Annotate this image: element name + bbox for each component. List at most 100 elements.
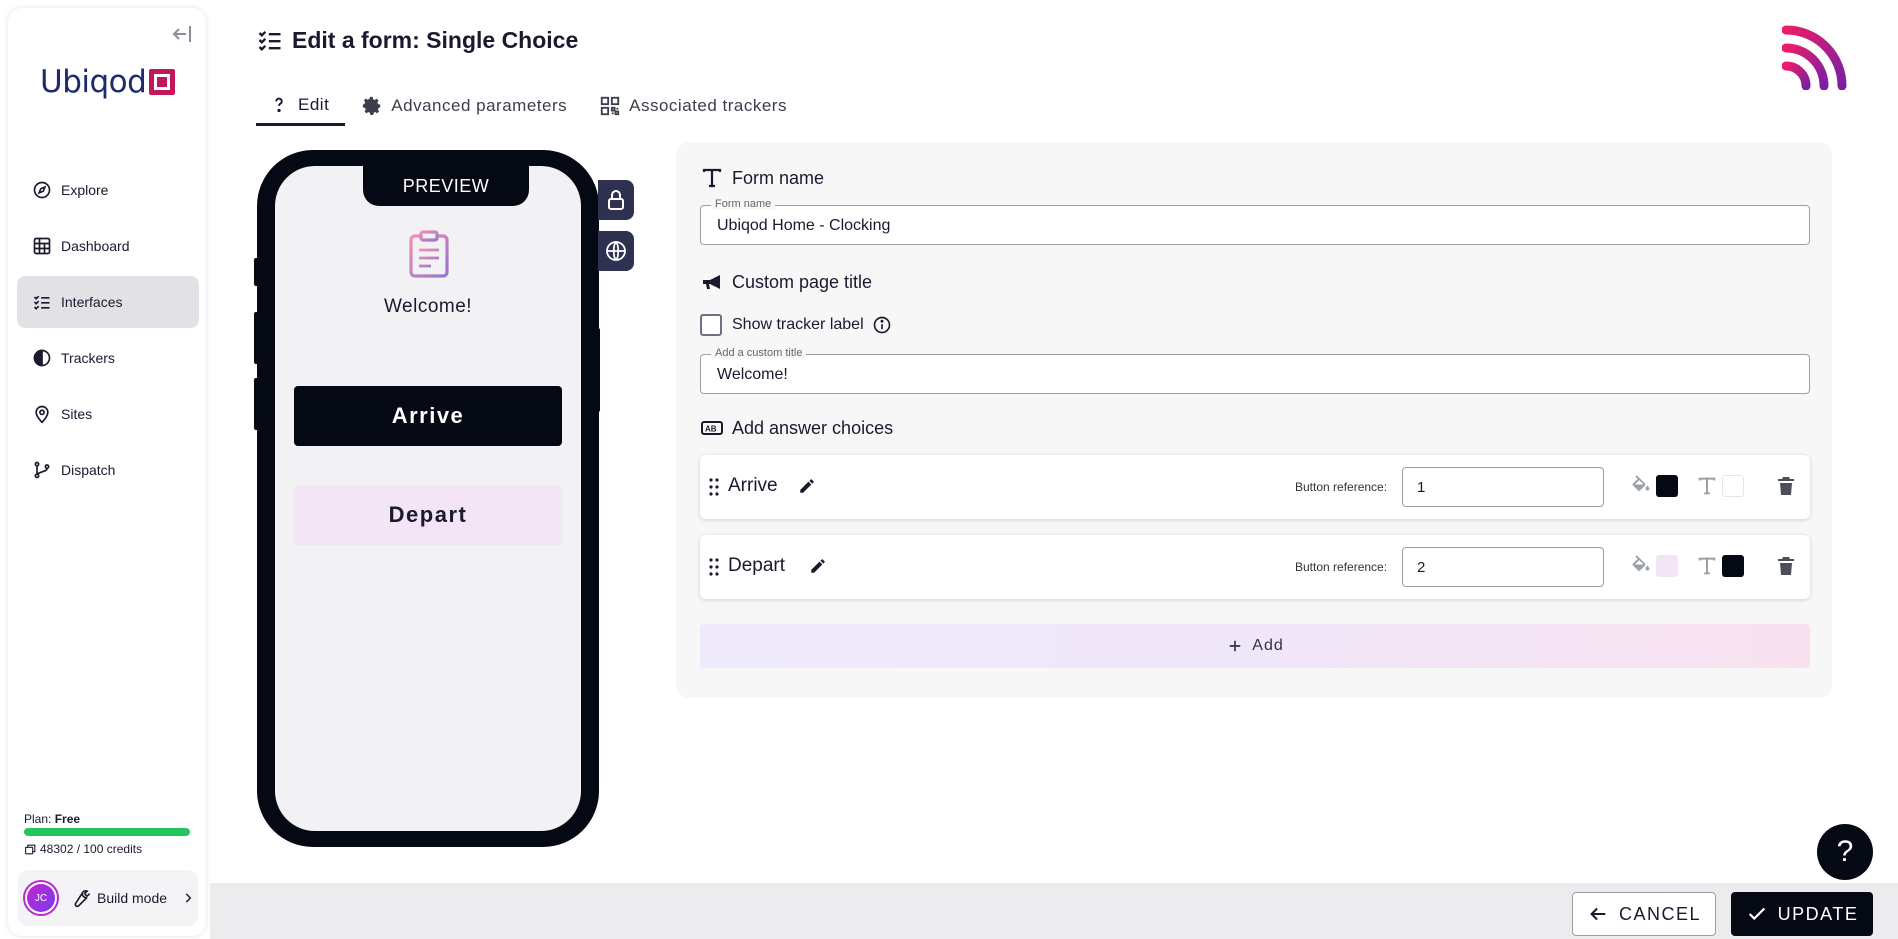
sidebar-item-sites[interactable]: Sites — [17, 388, 199, 440]
tab-label: Edit — [298, 94, 330, 114]
clipboard-icon — [409, 230, 449, 278]
button-reference-value: 1 — [1417, 479, 1426, 496]
brand-name: Ubiqod — [40, 64, 147, 100]
plus-icon — [1230, 640, 1241, 652]
preview-label: PREVIEW — [363, 166, 529, 206]
sidebar-item-label: Explore — [61, 182, 109, 198]
checklist-icon — [33, 295, 50, 310]
plan-name: Free — [54, 812, 81, 826]
drag-handle-icon[interactable] — [708, 477, 720, 497]
tab-edit[interactable]: Edit — [256, 86, 346, 126]
git-branch-icon — [34, 461, 50, 479]
preview-welcome-text: Welcome! — [383, 296, 473, 317]
text-icon — [702, 168, 722, 188]
add-choice-button[interactable]: Add — [700, 624, 1810, 668]
custom-title-label: Add a custom title — [711, 347, 807, 359]
text-color-swatch[interactable] — [1722, 555, 1744, 577]
pencil-icon[interactable] — [809, 557, 827, 575]
map-pin-icon — [35, 405, 49, 424]
credits-text: 48302 / 100 credits — [40, 842, 143, 856]
collapse-sidebar-icon[interactable] — [170, 22, 194, 46]
update-button[interactable]: UPDATE — [1731, 892, 1873, 936]
form-name-label: Form name — [711, 198, 776, 210]
preview-choice-depart[interactable]: Depart — [294, 485, 562, 545]
form-name-field[interactable]: Form name Ubiqod Home - Clocking — [700, 198, 1810, 245]
answers-section-title: AB Add answer choices — [700, 416, 893, 440]
avatar[interactable]: JC — [23, 880, 59, 916]
tab-bar: Edit Advanced parameters Associated trac… — [256, 86, 803, 126]
page-title-text: Edit a form: Single Choice — [292, 26, 579, 53]
gear-icon — [363, 96, 381, 115]
question-icon — [275, 97, 283, 112]
text-color-swatch[interactable] — [1722, 475, 1744, 497]
text-color-icon[interactable] — [1696, 555, 1718, 577]
trash-icon[interactable] — [1774, 473, 1798, 499]
answer-choice-row: Depart Button reference: 2 — [700, 535, 1810, 599]
background-color-swatch[interactable] — [1656, 555, 1678, 577]
button-reference-value: 2 — [1417, 559, 1426, 576]
build-mode-button[interactable]: JC Build mode — [18, 870, 198, 926]
button-reference-label: Button reference: — [1295, 560, 1388, 574]
credits-info: 48302 / 100 credits — [24, 842, 142, 856]
globe-icon — [606, 241, 626, 261]
sidebar-nav: Explore Dashboard Interfaces Trackers Si… — [17, 164, 199, 500]
sidebar-item-interfaces[interactable]: Interfaces — [17, 276, 199, 328]
qr-code-icon — [600, 96, 620, 116]
brand-logo: Ubiqod — [40, 64, 176, 100]
plan-prefix: Plan: — [24, 812, 52, 826]
table-icon — [33, 237, 51, 255]
help-button[interactable]: ? — [1817, 824, 1873, 880]
tab-associated-trackers[interactable]: Associated trackers — [583, 86, 803, 126]
drag-handle-icon[interactable] — [708, 557, 720, 577]
build-mode-label: Build mode — [97, 890, 168, 906]
arrow-left-icon — [1590, 907, 1606, 921]
sidebar-item-trackers[interactable]: Trackers — [17, 332, 199, 384]
sidebar-item-dispatch[interactable]: Dispatch — [17, 444, 199, 496]
sidebar-item-dashboard[interactable]: Dashboard — [17, 220, 199, 272]
cancel-label: CANCEL — [1618, 903, 1702, 924]
custom-title-field[interactable]: Add a custom title Welcome! — [700, 347, 1810, 394]
trash-icon[interactable] — [1774, 553, 1798, 579]
lock-button[interactable] — [598, 180, 634, 220]
form-editor-card: Form name Form name Ubiqod Home - Clocki… — [676, 142, 1832, 698]
ab-icon: AB — [701, 421, 723, 435]
update-label: UPDATE — [1777, 903, 1859, 924]
tab-advanced-parameters[interactable]: Advanced parameters — [345, 86, 583, 126]
show-tracker-label-row: Show tracker label — [700, 314, 892, 336]
add-choice-label: Add — [1252, 637, 1284, 654]
brand-signal-icon — [1782, 25, 1847, 90]
section-title-text: Custom page title — [732, 271, 873, 292]
pencil-icon[interactable] — [798, 477, 816, 495]
choice-name: Depart — [728, 555, 786, 576]
check-icon — [1748, 907, 1765, 921]
cancel-button[interactable]: CANCEL — [1572, 892, 1716, 936]
button-reference-input[interactable]: 1 — [1402, 467, 1604, 507]
paint-bucket-icon[interactable] — [1630, 555, 1652, 577]
sidebar-item-label: Dispatch — [61, 462, 116, 478]
paint-bucket-icon[interactable] — [1630, 475, 1652, 497]
lock-icon — [608, 190, 624, 210]
wrench-icon — [74, 890, 91, 908]
page-title: Edit a form: Single Choice — [256, 26, 578, 54]
checklist-icon — [258, 31, 281, 51]
form-name-value: Ubiqod Home - Clocking — [717, 217, 891, 234]
sidebar-item-label: Sites — [61, 406, 93, 422]
form-name-section-title: Form name — [700, 166, 824, 190]
compass-icon — [33, 181, 51, 199]
custom-title-value: Welcome! — [717, 366, 788, 383]
language-button[interactable] — [598, 231, 634, 271]
preview-choice-arrive[interactable]: Arrive — [294, 386, 562, 446]
brand-mark-icon — [149, 69, 176, 95]
coins-icon — [25, 844, 36, 854]
sidebar-item-explore[interactable]: Explore — [17, 164, 199, 216]
choice-name: Arrive — [728, 475, 778, 496]
text-color-icon[interactable] — [1696, 475, 1718, 497]
sidebar: Ubiqod Explore Dashboard Interfaces Trac… — [8, 8, 206, 936]
contrast-icon — [33, 349, 51, 367]
info-icon[interactable] — [872, 315, 892, 335]
svg-text:AB: AB — [705, 425, 717, 434]
button-reference-input[interactable]: 2 — [1402, 547, 1604, 587]
show-tracker-label-checkbox[interactable] — [700, 314, 722, 336]
background-color-swatch[interactable] — [1656, 475, 1678, 497]
chevron-right-icon — [185, 893, 192, 903]
